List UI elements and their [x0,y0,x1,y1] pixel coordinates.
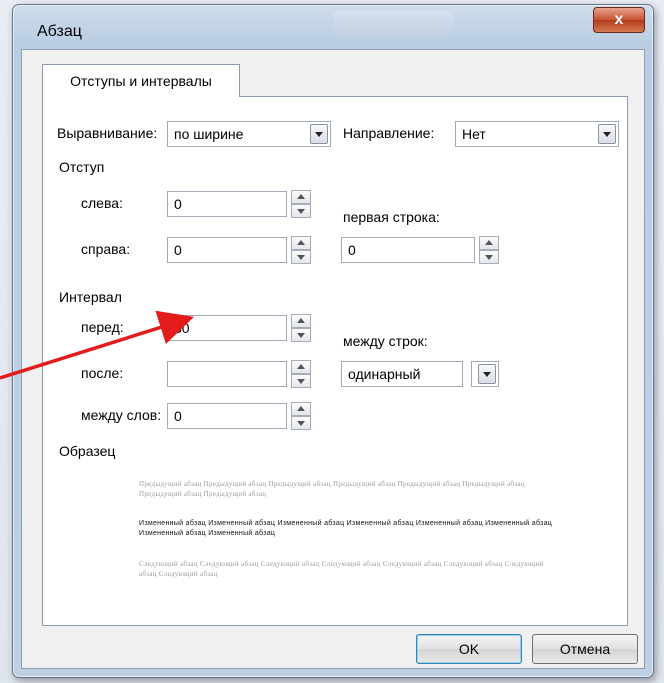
spin-down-icon[interactable] [291,328,311,342]
preview-current-paragraph: Измененный абзац Измененный абзац Измене… [139,520,553,537]
direction-value: Нет [462,126,486,142]
indent-left-label: слева: [81,195,123,211]
spin-down-icon[interactable] [291,204,311,218]
direction-label: Направление: [343,125,435,141]
spin-up-icon[interactable] [479,236,499,250]
background-window-title [333,11,453,35]
chevron-down-icon[interactable] [310,124,328,144]
spin-up-icon[interactable] [291,402,311,416]
direction-select[interactable]: Нет [455,121,619,147]
section-divider [59,169,615,170]
tab-panel: Выравнивание: по ширине Направление: Нет… [42,96,628,626]
word-spacing-input[interactable]: 0 [167,403,287,429]
ok-button[interactable]: OK [416,634,522,664]
spin-up-icon[interactable] [291,236,311,250]
indent-left-value: 0 [174,196,182,212]
indent-right-value: 0 [174,242,182,258]
spin-down-icon[interactable] [479,250,499,264]
dialog-title: Абзац [37,23,82,40]
tab-indents-spacing[interactable]: Отступы и интервалы [42,64,240,97]
first-line-spinner[interactable] [479,236,499,264]
cancel-button[interactable]: Отмена [532,634,638,664]
spin-down-icon[interactable] [291,416,311,430]
close-button[interactable]: x [593,7,645,33]
spin-up-icon[interactable] [291,314,311,328]
word-spacing-label: между слов: [81,407,162,423]
word-spacing-spinner[interactable] [291,402,311,430]
alignment-select[interactable]: по ширине [167,121,331,147]
spin-down-icon[interactable] [291,250,311,264]
first-line-input[interactable]: 0 [341,237,475,263]
preview-next-paragraph: Следующий абзац Следующий абзац Следующи… [139,560,544,578]
spacing-after-spinner[interactable] [291,360,311,388]
line-spacing-label: между строк: [343,333,428,349]
alignment-label: Выравнивание: [57,125,158,141]
line-spacing-value: одинарный [348,366,421,382]
preview-previous-paragraph: Предыдущий абзац Предыдущий абзац Предыд… [139,480,525,498]
indent-right-input[interactable]: 0 [167,237,287,263]
section-divider [59,453,615,454]
line-spacing-dropdown[interactable] [471,361,499,387]
spacing-before-spinner[interactable] [291,314,311,342]
spacing-after-label: после: [81,365,124,381]
indent-left-input[interactable]: 0 [167,191,287,217]
indent-section: Отступ [59,159,615,179]
chevron-down-icon[interactable] [598,124,616,144]
preview-section: Образец [59,443,615,463]
spacing-before-input[interactable]: 30 [167,315,287,341]
indent-right-label: справа: [81,241,131,257]
chevron-down-icon[interactable] [478,364,496,384]
section-divider [59,299,615,300]
first-line-label: первая строка: [343,209,440,225]
spacing-before-label: перед: [81,319,124,335]
first-line-value: 0 [348,242,356,258]
title-bar[interactable]: Абзац x [13,5,653,49]
spin-up-icon[interactable] [291,360,311,374]
preview-section-label: Образец [59,443,124,459]
indent-section-label: Отступ [59,159,113,175]
spacing-after-input[interactable] [167,361,287,387]
line-spacing-select[interactable]: одинарный [341,361,463,387]
spacing-before-value: 30 [174,320,190,336]
spin-up-icon[interactable] [291,190,311,204]
dialog-client-area: Отступы и интервалы Выравнивание: по шир… [21,49,645,669]
spin-down-icon[interactable] [291,374,311,388]
alignment-value: по ширине [174,126,244,142]
paragraph-dialog: Абзац x Отступы и интервалы Выравнивание… [12,4,654,678]
word-spacing-value: 0 [174,408,182,424]
indent-right-spinner[interactable] [291,236,311,264]
spacing-section: Интервал [59,289,615,309]
spacing-section-label: Интервал [59,289,130,305]
indent-left-spinner[interactable] [291,190,311,218]
